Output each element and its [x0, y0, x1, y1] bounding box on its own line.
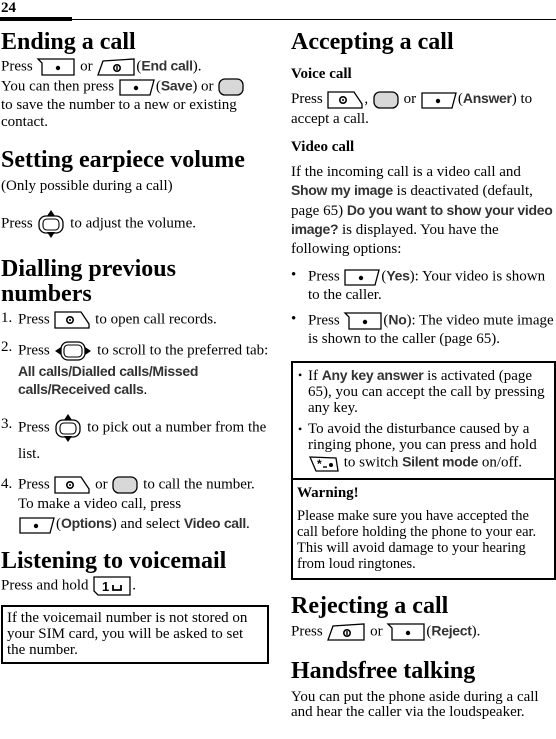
left-softkey-icon: [386, 622, 426, 642]
volume-note: (Only possible during a call): [1, 178, 173, 194]
section-title-dialling: Dialling previous numbers: [1, 256, 176, 307]
nav-key-left-right-icon: [53, 339, 93, 363]
ui-label-show-my-image: Show my image: [291, 182, 393, 199]
warning-text: Please make sure you have accepted the c…: [297, 508, 537, 573]
step-item: 4. Press or to call the number. To make …: [1, 475, 269, 535]
tips-box: • If Any key answer is activated (page 6…: [291, 361, 556, 481]
ui-label-call-tabs: All calls/Dialled calls/Missed calls/Rec…: [18, 363, 199, 397]
call-key-icon: [53, 475, 91, 495]
list-item: • If Any key answer is activated (page 6…: [298, 367, 545, 417]
list-item: • To avoid the disturbance caused by a r…: [298, 421, 537, 473]
call-key-icon: [326, 90, 364, 110]
ui-label-yes: Yes: [386, 267, 410, 284]
left-softkey-icon: [343, 311, 383, 331]
round-side-key-icon: [372, 90, 400, 110]
nav-key-up-down-icon: [36, 209, 66, 239]
handsfree-text: You can put the phone aside during a cal…: [291, 689, 539, 721]
ui-label-no: No: [388, 311, 407, 328]
ui-label-video-call: Video call: [183, 515, 246, 531]
round-side-key-icon: [111, 475, 139, 495]
section-title-ending-call: Ending a call: [1, 29, 136, 55]
star-key-icon: *: [308, 455, 340, 473]
voicemail-line: Press and hold 1.: [1, 575, 269, 597]
ending-line-2: You can then press (Save) or: [1, 77, 269, 97]
page-number: 24: [1, 0, 16, 16]
video-call-text: If the incoming call is a video call and…: [291, 163, 553, 257]
ending-line-1: Press or (End call).: [1, 57, 269, 77]
right-softkey-icon: [118, 77, 156, 97]
ui-label-silent-mode: Silent mode: [402, 453, 479, 470]
ui-label-reject: Reject: [431, 622, 472, 639]
warning-title: Warning!: [297, 485, 359, 502]
rejecting-line: Press or (Reject).: [291, 622, 556, 642]
section-title-rejecting-call: Rejecting a call: [291, 593, 449, 620]
section-title-handsfree: Handsfree talking: [291, 658, 476, 685]
right-softkey-icon: [420, 90, 458, 110]
round-side-key-icon: [217, 77, 245, 97]
left-softkey-icon: [36, 57, 76, 77]
end-call-key-icon: [326, 622, 366, 642]
voice-call-text: Press , or (Answer) to accept a call.: [291, 90, 533, 127]
ui-label-end-call: End call: [141, 57, 193, 74]
section-title-earpiece-volume: Setting earpiece volume: [1, 147, 245, 173]
ui-label-options: Options: [61, 515, 112, 531]
step-item: 2. Press to scroll to the preferred tab:…: [1, 339, 269, 398]
ending-line-3: to save the number to a new or existing …: [1, 97, 237, 130]
list-item: • Press (Yes): Your video is shown to th…: [291, 267, 546, 304]
ui-label-save: Save: [160, 77, 193, 94]
section-title-accepting-call: Accepting a call: [291, 29, 454, 55]
dialling-steps: 1. Press to open call records. 2. Press …: [1, 310, 269, 535]
step-item: 3. Press to pick out a number from the l…: [1, 413, 269, 465]
list-item: • Press (No): The video mute image is sh…: [291, 311, 554, 348]
volume-line: Press to adjust the volume.: [1, 209, 269, 239]
nav-key-up-down-icon: [53, 413, 83, 443]
ui-label-any-key-answer: Any key answer: [321, 367, 424, 384]
section-title-voicemail: Listening to voicemail: [1, 547, 227, 574]
voicemail-info-box: If the voicemail number is not stored on…: [1, 604, 269, 664]
subsection-title-voice-call: Voice call: [291, 66, 352, 82]
call-key-icon: [53, 310, 91, 330]
step-item: 1. Press to open call records.: [1, 310, 269, 330]
video-options-list: • Press (Yes): Your video is shown to th…: [291, 267, 556, 348]
svg-text:*: *: [317, 457, 322, 471]
voicemail-info-text: If the voicemail number is not stored on…: [7, 609, 248, 658]
subsection-title-video-call: Video call: [291, 138, 355, 155]
warning-box: Warning! Please make sure you have accep…: [291, 480, 556, 581]
end-call-key-icon: [96, 57, 136, 77]
tips-list: • If Any key answer is activated (page 6…: [298, 367, 549, 473]
header-rule: [0, 19, 556, 20]
right-column: Accepting a call Voice call Press , or (…: [291, 28, 556, 720]
right-softkey-icon: [343, 267, 381, 287]
right-softkey-icon: [18, 515, 56, 535]
voicemail-key-1-icon: 1: [92, 575, 132, 597]
left-column: Ending a call Press or (End call). You c…: [1, 28, 269, 664]
svg-text:1: 1: [102, 579, 109, 594]
ui-label-answer: Answer: [462, 90, 512, 106]
